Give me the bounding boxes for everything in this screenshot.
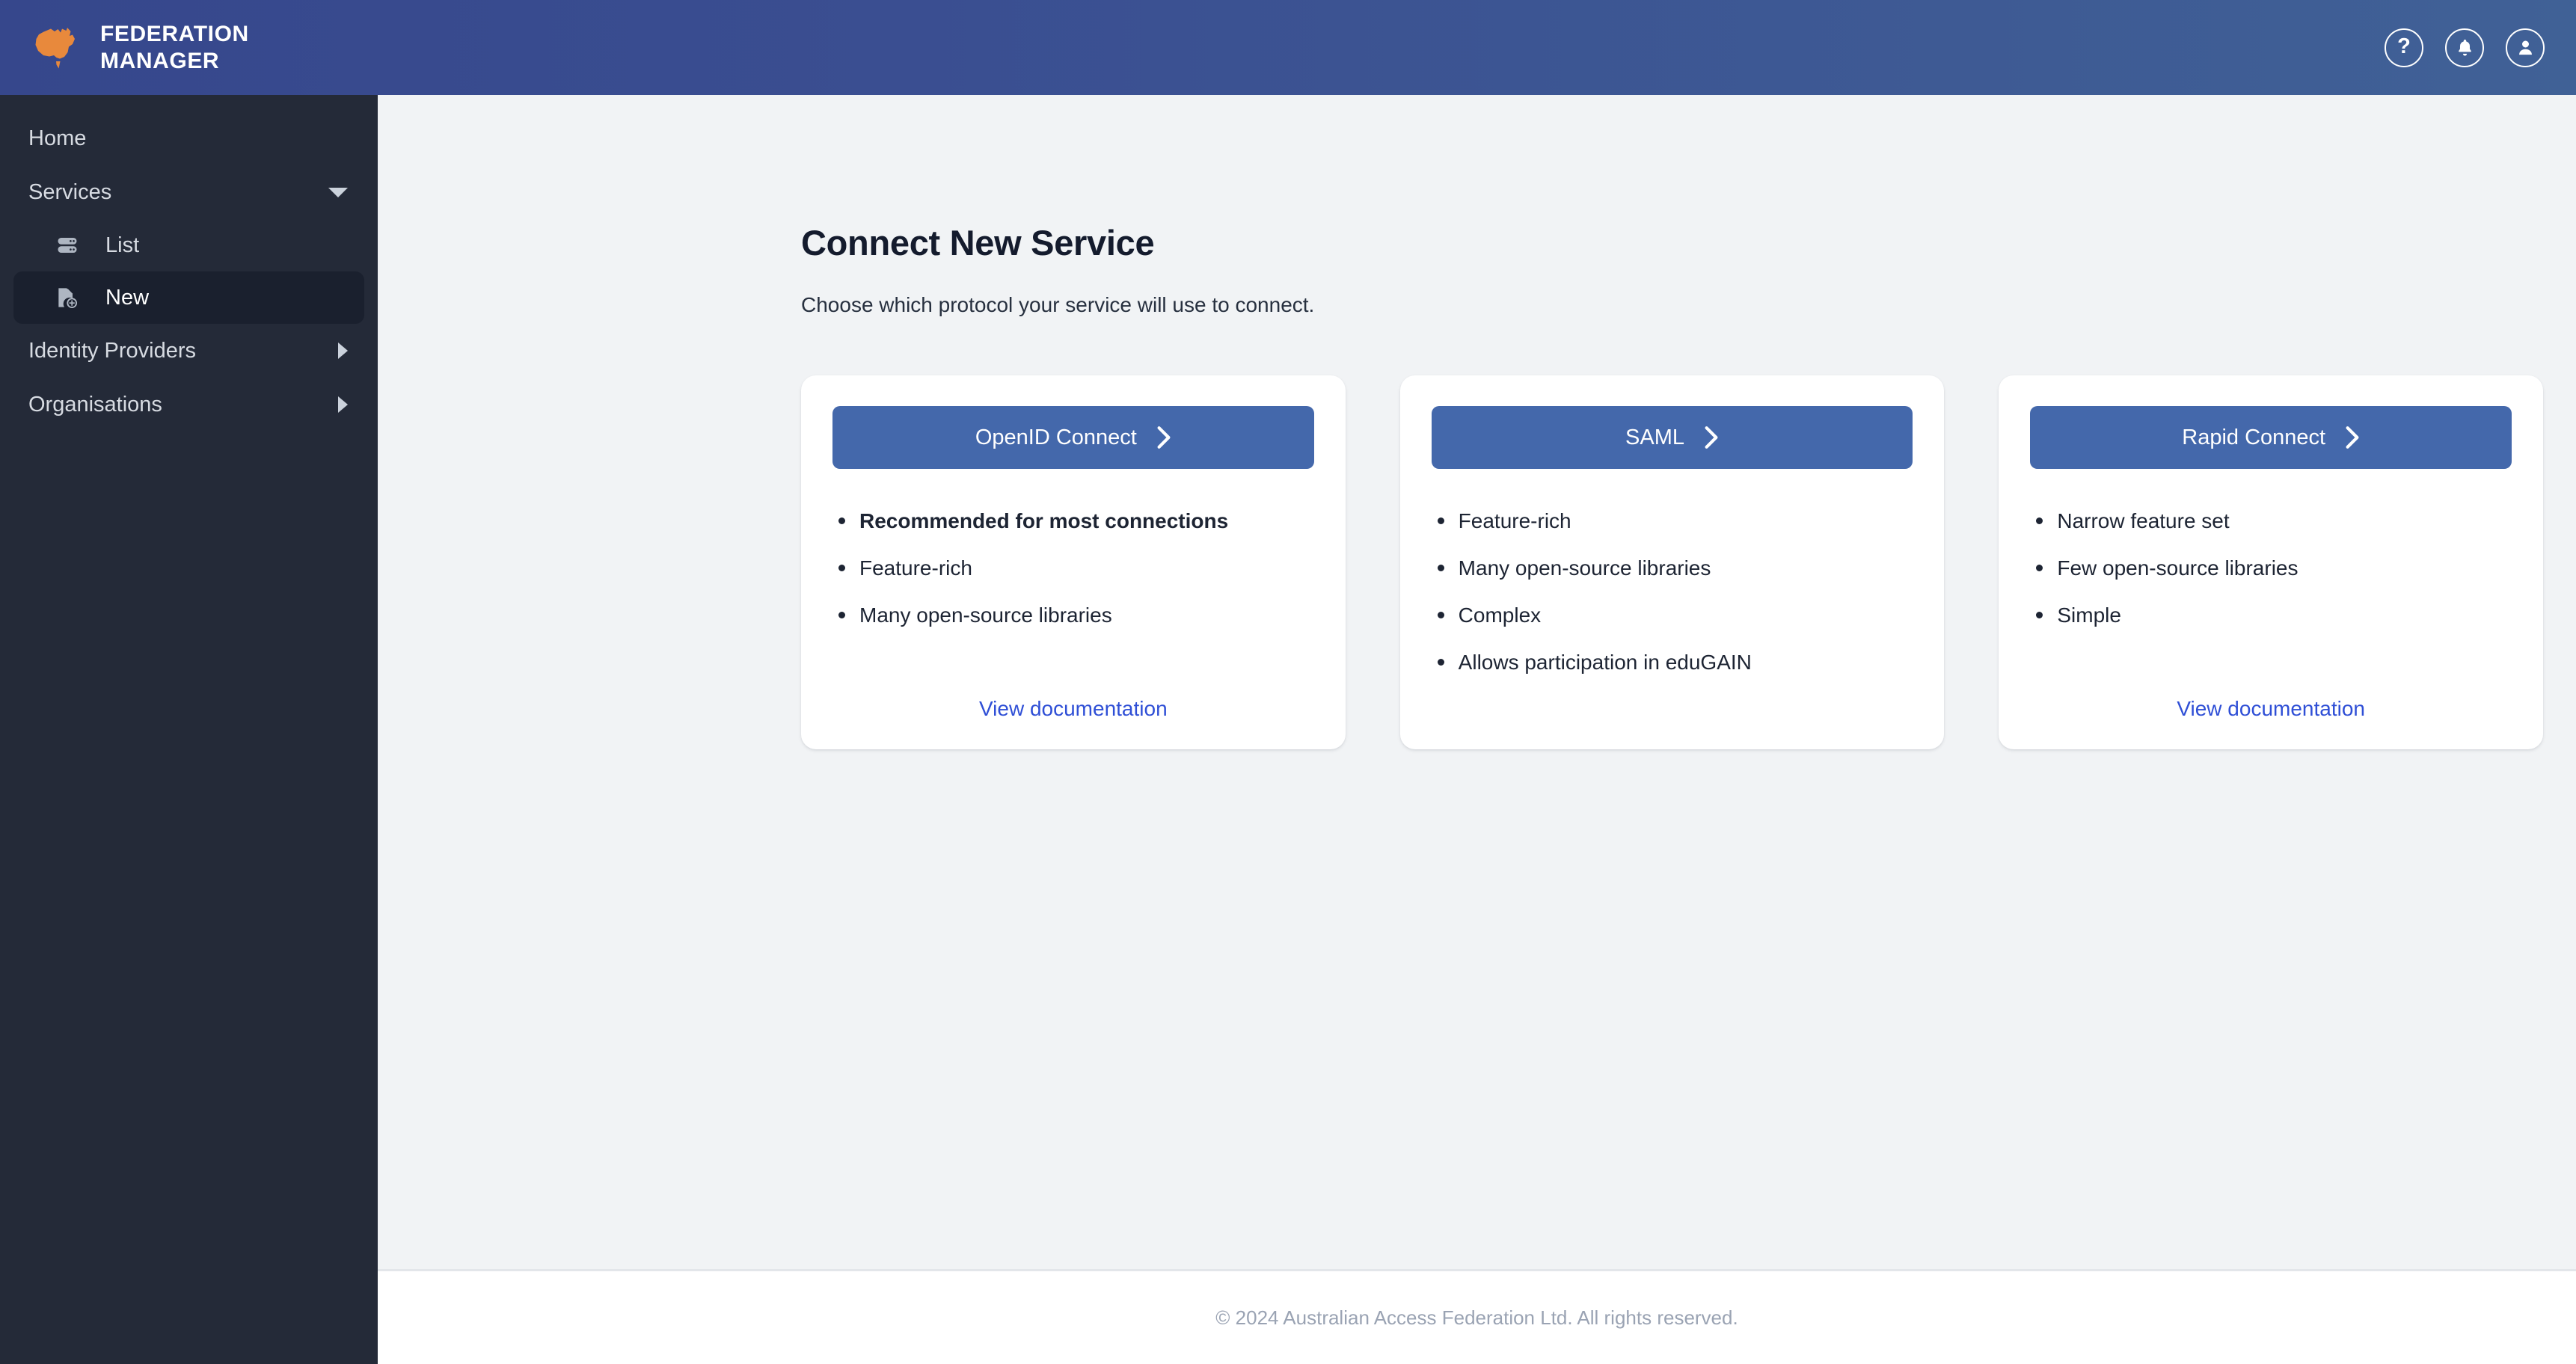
sidebar-item-services-label: Services — [28, 179, 112, 204]
main-content: Connect New Service Choose which protoco… — [378, 95, 2576, 1269]
protocol-card-openid-connect: OpenID Connect Recommended for most conn… — [801, 375, 1346, 749]
rapid-connect-doc-link[interactable]: View documentation — [2177, 697, 2365, 720]
saml-button[interactable]: SAML — [1431, 406, 1913, 469]
list-item: Many open-source libraries — [832, 602, 1314, 628]
sidebar-item-home[interactable]: Home — [0, 111, 378, 165]
app-footer: © 2024 Australian Access Federation Ltd.… — [378, 1269, 2576, 1364]
file-plus-glyph — [58, 288, 77, 308]
list-item: Complex — [1432, 602, 1913, 628]
list-item: Allows participation in eduGAIN — [1432, 649, 1913, 675]
saml-feature-list: Feature-rich Many open-source libraries … — [1432, 508, 1913, 675]
brand-line-2: MANAGER — [100, 48, 220, 73]
rapid-connect-doc-link-wrap: View documentation — [2030, 666, 2512, 721]
notifications-bell-icon[interactable] — [2445, 28, 2484, 67]
rapid-connect-feature-list: Narrow feature set Few open-source libra… — [2030, 508, 2512, 628]
help-icon[interactable]: ? — [2385, 28, 2423, 67]
sidebar-item-identity-providers-label: Identity Providers — [28, 338, 197, 363]
openid-connect-button[interactable]: OpenID Connect — [832, 406, 1314, 469]
chevron-right-icon — [1157, 426, 1171, 449]
page-subtitle: Choose which protocol your service will … — [801, 293, 1315, 316]
list-item: Few open-source libraries — [2030, 555, 2512, 581]
bell-glyph — [2458, 39, 2471, 55]
sidebar-item-identity-providers[interactable]: Identity Providers — [0, 324, 378, 378]
brand-line-1: FEDERATION — [100, 22, 249, 47]
protocol-card-saml: SAML Feature-rich Many open-source libra… — [1399, 375, 1945, 749]
saml-doc-link-wrap — [1432, 689, 1913, 721]
australia-map-icon — [35, 27, 75, 68]
rapid-connect-button-label: Rapid Connect — [2182, 425, 2326, 449]
sidebar-item-organisations-label: Organisations — [28, 392, 162, 417]
sidebar: Home Services List New Identity Provider… — [0, 95, 378, 1364]
list-item: Many open-source libraries — [1432, 555, 1913, 581]
chevron-right-icon — [1705, 426, 1718, 449]
body-row: Home Services List New Identity Provider… — [0, 95, 2576, 1364]
server-glyph — [58, 238, 77, 253]
openid-connect-doc-link[interactable]: View documentation — [979, 697, 1168, 720]
openid-connect-button-label: OpenID Connect — [975, 425, 1137, 449]
copyright-text: © 2024 Australian Access Federation Ltd.… — [1215, 1306, 1738, 1329]
saml-button-label: SAML — [1625, 425, 1684, 449]
brand-title: FEDERATION MANAGER — [100, 21, 249, 74]
sidebar-item-services[interactable]: Services — [0, 165, 378, 219]
header-actions: ? — [2385, 28, 2545, 67]
user-glyph — [2518, 40, 2532, 55]
user-account-icon[interactable] — [2506, 28, 2545, 67]
sidebar-item-list-label: List — [105, 233, 140, 257]
brand[interactable]: FEDERATION MANAGER — [31, 21, 249, 74]
sidebar-item-home-label: Home — [28, 126, 87, 150]
list-item: Simple — [2030, 602, 2512, 628]
main-column: Connect New Service Choose which protoco… — [378, 95, 2576, 1364]
page-title: Connect New Service — [801, 223, 1155, 262]
list-item: Recommended for most connections — [832, 508, 1314, 534]
protocol-card-rapid-connect: Rapid Connect Narrow feature set Few ope… — [1999, 375, 2544, 749]
protocol-card-list: OpenID Connect Recommended for most conn… — [801, 375, 2544, 749]
chevron-right-icon — [338, 342, 348, 359]
openid-connect-doc-link-wrap: View documentation — [832, 666, 1314, 721]
sidebar-item-organisations[interactable]: Organisations — [0, 378, 378, 431]
sidebar-item-list[interactable]: List — [13, 219, 364, 271]
sidebar-item-new-label: New — [105, 285, 150, 310]
help-icon-glyph: ? — [2397, 34, 2411, 58]
server-icon — [55, 234, 82, 256]
openid-connect-feature-list: Recommended for most connections Feature… — [832, 508, 1314, 628]
app-root: FEDERATION MANAGER ? Home Services List … — [0, 0, 2576, 1364]
list-item: Feature-rich — [832, 555, 1314, 581]
list-item: Narrow feature set — [2030, 508, 2512, 534]
list-item: Feature-rich — [1432, 508, 1913, 534]
chevron-right-icon — [338, 396, 348, 413]
file-plus-icon — [55, 286, 82, 310]
chevron-right-icon — [2346, 426, 2359, 449]
sidebar-item-new[interactable]: New — [13, 271, 364, 324]
app-header: FEDERATION MANAGER ? — [0, 0, 2576, 95]
rapid-connect-button[interactable]: Rapid Connect — [2030, 406, 2512, 469]
chevron-down-icon — [328, 187, 348, 197]
